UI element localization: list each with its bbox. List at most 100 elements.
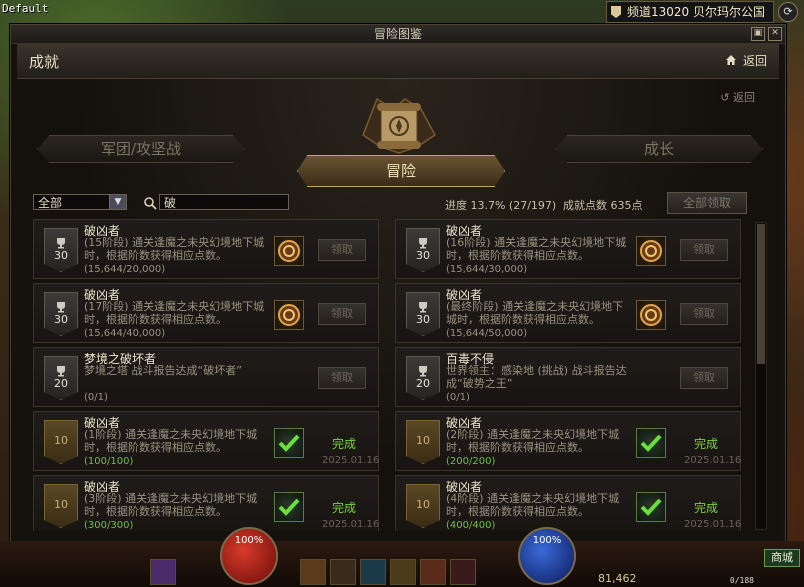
points-badge: 20	[44, 356, 78, 400]
bottom-hud: 100% 100% 81,462 0/188 商城	[0, 527, 804, 587]
tab-growth[interactable]: 成长	[555, 135, 763, 163]
inventory-count: 0/188	[729, 576, 754, 585]
skill-slot[interactable]	[150, 559, 176, 585]
claim-all-button[interactable]: 全部领取	[667, 192, 747, 214]
complete-status: 完成	[332, 437, 357, 451]
card-desc: (17阶段) 通关逢魔之未央幻境地下城时，根据阶数获得相应点数。	[84, 300, 265, 326]
achievement-card: 30 破凶者 (15阶段) 通关逢魔之未央幻境地下城时，根据阶数获得相应点数。 …	[33, 219, 379, 279]
default-label: Default	[2, 2, 49, 15]
card-desc: 梦境之塔 战斗报告达成“破坏者”	[84, 364, 242, 377]
trophy-icon	[54, 362, 68, 377]
card-desc: (最终阶段) 通关逢魔之未央幻境地下城时，根据阶数获得相应点数。	[446, 300, 624, 326]
claim-button[interactable]: 领取	[680, 303, 728, 325]
skill-slot[interactable]	[300, 559, 326, 585]
skill-slot[interactable]	[390, 559, 416, 585]
reward-icon[interactable]	[636, 236, 666, 266]
trophy-icon	[54, 298, 68, 313]
scrollbar[interactable]	[755, 222, 767, 530]
search-input[interactable]: 破	[159, 194, 289, 210]
progress-text: 进度 13.7% (27/197)	[445, 199, 557, 212]
achievement-card: 20 百毒不侵 世界领主：感染地 (挑战) 战斗报告达成“破势之王” (0/1)…	[395, 347, 741, 407]
scroll-emblem-icon	[362, 97, 436, 154]
card-desc: (16阶段) 通关逢魔之未央幻境地下城时，根据阶数获得相应点数。	[446, 236, 627, 262]
window-titlebar: 冒险图鉴 ▣ ✕	[11, 25, 785, 44]
points-text: 成就点数 635点	[563, 199, 643, 212]
reward-icon[interactable]	[636, 300, 666, 330]
reward-icon[interactable]	[274, 236, 304, 266]
card-count: (400/400)	[446, 520, 496, 531]
complete-status: 完成	[332, 501, 357, 515]
card-desc: 世界领主：感染地 (挑战) 战斗报告达成“破势之王”	[446, 364, 627, 390]
achievement-card: 10 破凶者 (2阶段) 通关逢魔之未央幻境地下城时，根据阶数获得相应点数。 (…	[395, 411, 741, 471]
scroll-thumb[interactable]	[757, 224, 765, 364]
points-badge: 30	[406, 228, 440, 272]
home-icon[interactable]	[725, 54, 737, 66]
hp-orb: 100%	[220, 527, 278, 585]
points-badge: 10	[44, 420, 78, 464]
filter-row: 全部 ▼ 破 进度 13.7% (27/197) 成就点数 635点 全部领取	[33, 192, 763, 214]
claim-button[interactable]: 领取	[680, 367, 728, 389]
reward-icon[interactable]	[274, 300, 304, 330]
points-badge: 10	[44, 484, 78, 528]
tab-legion[interactable]: 军团/攻坚战	[37, 135, 245, 163]
complete-date: 2025.01.16	[322, 455, 380, 466]
trophy-icon	[54, 234, 68, 249]
minimize-icon[interactable]: ▣	[751, 27, 765, 41]
claim-button[interactable]: 领取	[318, 367, 366, 389]
claim-button[interactable]: 领取	[318, 303, 366, 325]
section-header: 成就 返回	[17, 44, 779, 79]
card-desc: (15阶段) 通关逢魔之未央幻境地下城时，根据阶数获得相应点数。	[84, 236, 265, 262]
complete-date: 2025.01.16	[684, 455, 742, 466]
close-icon[interactable]: ✕	[768, 27, 782, 41]
sub-back-button[interactable]: ↺ 返回	[720, 89, 755, 105]
gold-amount: 81,462	[598, 572, 637, 585]
window-title: 冒险图鉴	[373, 27, 422, 41]
complete-date: 2025.01.16	[684, 519, 742, 530]
chevron-down-icon[interactable]: ▼	[109, 195, 126, 209]
speed-icon[interactable]: ⟳	[778, 2, 798, 22]
checkmark-icon	[636, 492, 666, 522]
trophy-icon	[416, 234, 430, 249]
skill-slot[interactable]	[330, 559, 356, 585]
channel-indicator[interactable]: 频道13020 贝尔玛尔公国	[606, 1, 774, 23]
skill-slot[interactable]	[450, 559, 476, 585]
card-count: (200/200)	[446, 456, 496, 467]
checkmark-icon	[274, 428, 304, 458]
claim-button[interactable]: 领取	[318, 239, 366, 261]
card-count: (15,644/30,000)	[446, 264, 528, 275]
achievement-card: 30 破凶者 (16阶段) 通关逢魔之未央幻境地下城时，根据阶数获得相应点数。 …	[395, 219, 741, 279]
card-desc: (2阶段) 通关逢魔之未央幻境地下城时，根据阶数获得相应点数。	[446, 428, 620, 454]
tab-adventure[interactable]: 冒险	[297, 155, 505, 187]
complete-status: 完成	[694, 437, 719, 451]
achievement-card: 10 破凶者 (4阶段) 通关逢魔之未央幻境地下城时，根据阶数获得相应点数。 (…	[395, 475, 741, 531]
trophy-icon	[416, 362, 430, 377]
achievement-card: 30 破凶者 (最终阶段) 通关逢魔之未央幻境地下城时，根据阶数获得相应点数。 …	[395, 283, 741, 343]
points-badge: 30	[44, 292, 78, 336]
skill-slot[interactable]	[420, 559, 446, 585]
complete-date: 2025.01.16	[322, 519, 380, 530]
achievement-grid: 30 破凶者 (15阶段) 通关逢魔之未央幻境地下城时，根据阶数获得相应点数。 …	[33, 219, 751, 531]
checkmark-icon	[274, 492, 304, 522]
points-badge: 30	[44, 228, 78, 272]
card-count: (100/100)	[84, 456, 134, 467]
card-count: (15,644/20,000)	[84, 264, 166, 275]
shop-button[interactable]: 商城	[764, 549, 800, 567]
complete-status: 完成	[694, 501, 719, 515]
points-badge: 10	[406, 420, 440, 464]
skill-slot[interactable]	[360, 559, 386, 585]
card-count: (15,644/40,000)	[84, 328, 166, 339]
card-count: (0/1)	[446, 392, 470, 403]
achievement-card: 30 破凶者 (17阶段) 通关逢魔之未央幻境地下城时，根据阶数获得相应点数。 …	[33, 283, 379, 343]
trophy-icon	[416, 298, 430, 313]
category-select[interactable]: 全部 ▼	[33, 194, 127, 210]
achievement-card: 10 破凶者 (1阶段) 通关逢魔之未央幻境地下城时，根据阶数获得相应点数。 (…	[33, 411, 379, 471]
claim-button[interactable]: 领取	[680, 239, 728, 261]
flag-icon	[611, 6, 621, 18]
achievement-card: 10 破凶者 (3阶段) 通关逢魔之未央幻境地下城时，根据阶数获得相应点数。 (…	[33, 475, 379, 531]
achievement-content: ↺ 返回 军团/攻坚战 冒险 成长 全部 ▼ 破 进度 13.7% (27/19…	[17, 79, 779, 537]
points-badge: 30	[406, 292, 440, 336]
section-title: 成就	[29, 53, 60, 71]
back-button[interactable]: 返回	[743, 52, 767, 69]
search-icon	[144, 197, 157, 210]
checkmark-icon	[636, 428, 666, 458]
